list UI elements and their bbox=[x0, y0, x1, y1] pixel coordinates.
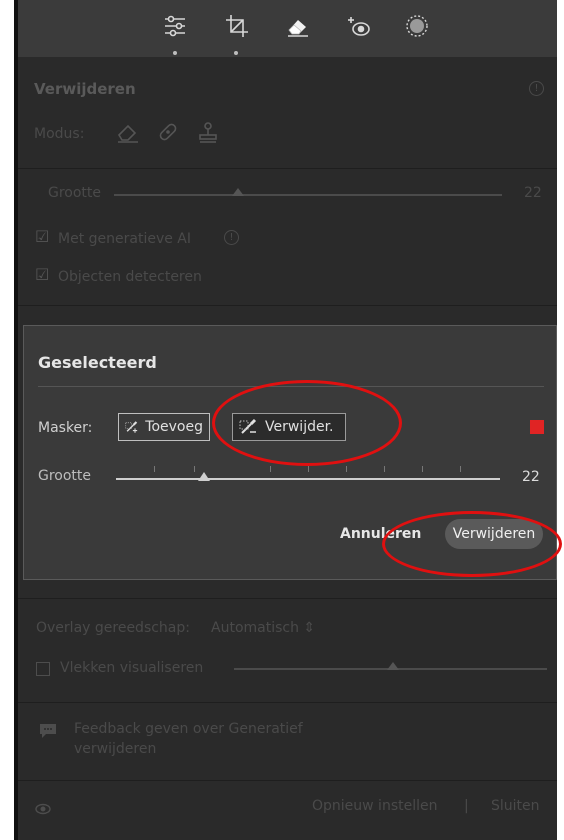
dialog-grootte-value: 22 bbox=[522, 469, 540, 485]
clone-stamp-icon[interactable] bbox=[196, 120, 220, 144]
divider bbox=[18, 780, 557, 781]
grootte-label: Grootte bbox=[48, 185, 102, 201]
crop-icon[interactable] bbox=[223, 12, 251, 40]
eraser-mode-icon[interactable] bbox=[116, 120, 140, 144]
dialog-title: Geselecteerd bbox=[38, 353, 157, 372]
annotation-circle-confirm bbox=[382, 511, 562, 577]
slider-tick bbox=[194, 466, 195, 472]
button-separator: | bbox=[464, 798, 469, 814]
heal-mode-icon[interactable] bbox=[156, 120, 180, 144]
overlay-dropdown[interactable]: Automatisch ⇕ bbox=[211, 620, 315, 636]
overlay-label: Overlay gereedschap: bbox=[36, 620, 190, 636]
slider-tick bbox=[422, 466, 423, 472]
slider-tick bbox=[384, 466, 385, 472]
gen-ai-checkbox[interactable]: ☑ bbox=[35, 227, 49, 246]
sliders-indicator-dot bbox=[173, 51, 177, 55]
gen-ai-label: Met generatieve AI bbox=[58, 231, 191, 247]
slider-tick bbox=[308, 466, 309, 472]
overlay-value: Automatisch bbox=[211, 620, 299, 636]
remove-panel-title: Verwijderen bbox=[34, 80, 136, 98]
mask-add-label: Toevoeg bbox=[145, 419, 203, 435]
dropdown-arrows-icon: ⇕ bbox=[303, 620, 316, 636]
spots-checkbox[interactable] bbox=[36, 662, 50, 676]
eye-icon[interactable] bbox=[34, 800, 52, 815]
reset-button[interactable]: Opnieuw instellen bbox=[312, 798, 437, 814]
modus-label: Modus: bbox=[34, 126, 85, 142]
redeye-icon[interactable] bbox=[346, 12, 374, 40]
annotation-circle-remove-mask bbox=[212, 380, 402, 466]
detect-label: Objecten detecteren bbox=[58, 269, 202, 285]
gen-ai-info-icon[interactable]: ! bbox=[224, 230, 239, 245]
divider bbox=[18, 598, 557, 599]
spots-label: Vlekken visualiseren bbox=[60, 660, 204, 676]
dialog-grootte-slider-handle[interactable] bbox=[198, 472, 211, 481]
slider-tick bbox=[346, 466, 347, 472]
eraser-icon[interactable] bbox=[284, 12, 312, 40]
slider-tick bbox=[270, 466, 271, 472]
sliders-icon[interactable] bbox=[161, 12, 189, 40]
tool-strip bbox=[18, 0, 557, 57]
detect-checkbox[interactable]: ☑ bbox=[35, 265, 49, 284]
divider bbox=[18, 305, 557, 306]
feedback-icon[interactable] bbox=[38, 722, 58, 740]
dialog-grootte-slider-track[interactable] bbox=[116, 478, 500, 480]
dialog-grootte-label: Grootte bbox=[38, 468, 92, 484]
feedback-link-line2[interactable]: verwijderen bbox=[74, 741, 156, 757]
mask-color-swatch[interactable] bbox=[530, 420, 544, 434]
mask-add-button[interactable]: Toevoeg bbox=[118, 413, 210, 441]
crop-indicator-dot bbox=[234, 51, 238, 55]
grootte-slider-handle[interactable] bbox=[232, 188, 245, 196]
slider-tick bbox=[460, 466, 461, 472]
feedback-link-line1[interactable]: Feedback geven over Generatief bbox=[74, 721, 303, 737]
mask-icon[interactable] bbox=[403, 12, 431, 40]
divider bbox=[18, 702, 557, 703]
grootte-slider-track[interactable] bbox=[114, 194, 502, 196]
spots-slider-handle[interactable] bbox=[387, 662, 399, 670]
grootte-value: 22 bbox=[524, 185, 542, 201]
mask-label: Masker: bbox=[38, 420, 93, 436]
info-icon[interactable]: ! bbox=[529, 81, 544, 96]
brush-add-icon bbox=[125, 421, 138, 433]
slider-tick bbox=[154, 466, 155, 472]
close-button[interactable]: Sluiten bbox=[491, 798, 540, 814]
divider bbox=[18, 168, 557, 169]
